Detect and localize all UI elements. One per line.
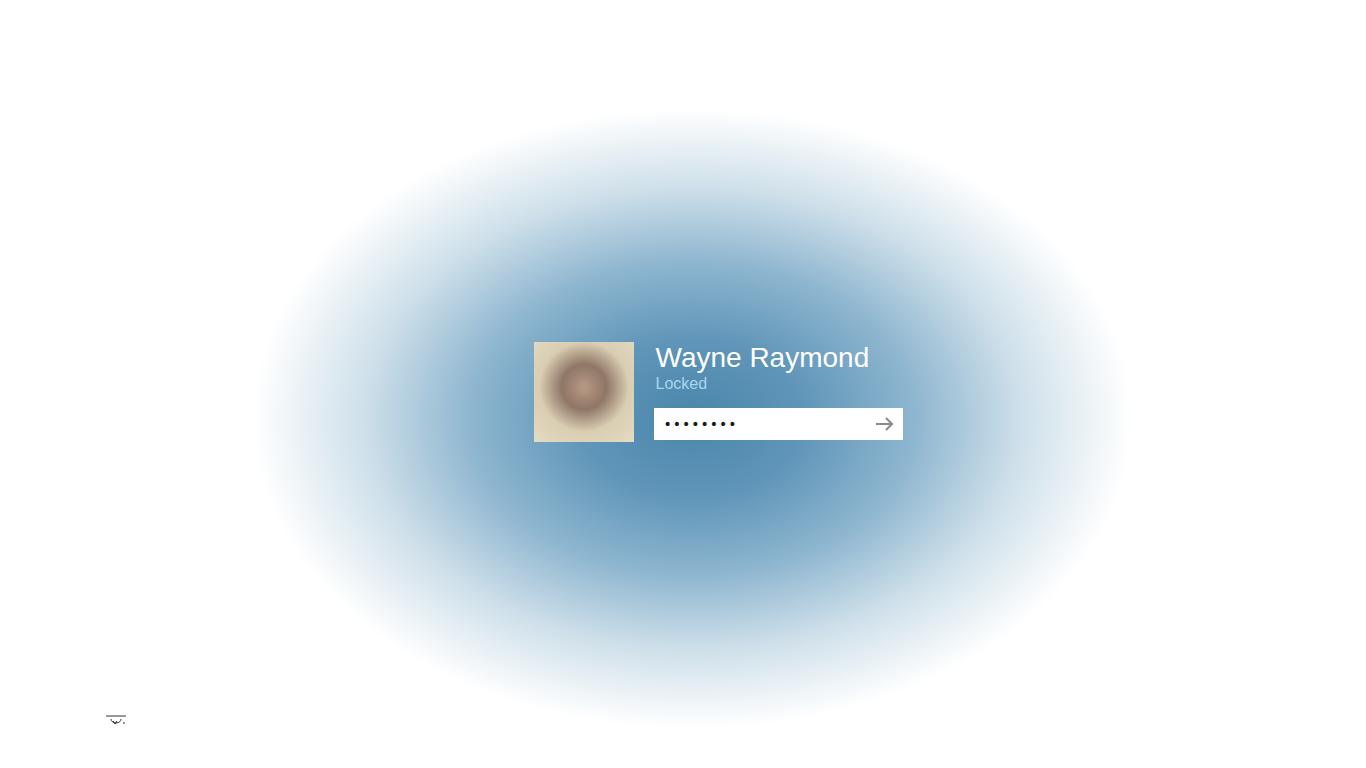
- user-tile: Wayne RaymondLocked ••••••••: [534, 342, 903, 442]
- user-status: Locked: [654, 374, 903, 394]
- avatar-photo: [534, 342, 634, 442]
- password-field[interactable]: ••••••••: [654, 408, 903, 440]
- bottom-bar: [0, 714, 1366, 768]
- user-info: Wayne RaymondLocked ••••••••: [654, 342, 903, 440]
- ease-of-access-button[interactable]: [105, 714, 127, 728]
- login-area: Wayne RaymondLocked ••••••••: [0, 0, 1366, 714]
- user-name: Wayne Raymond: [654, 342, 903, 374]
- arrow-right-icon[interactable]: [875, 416, 895, 432]
- lock-screen: Wayne RaymondLocked ••••••••: [0, 0, 1366, 768]
- ease-of-access-icon[interactable]: [105, 715, 127, 727]
- submit-button[interactable]: [873, 412, 897, 436]
- password-value[interactable]: ••••••••: [664, 416, 873, 432]
